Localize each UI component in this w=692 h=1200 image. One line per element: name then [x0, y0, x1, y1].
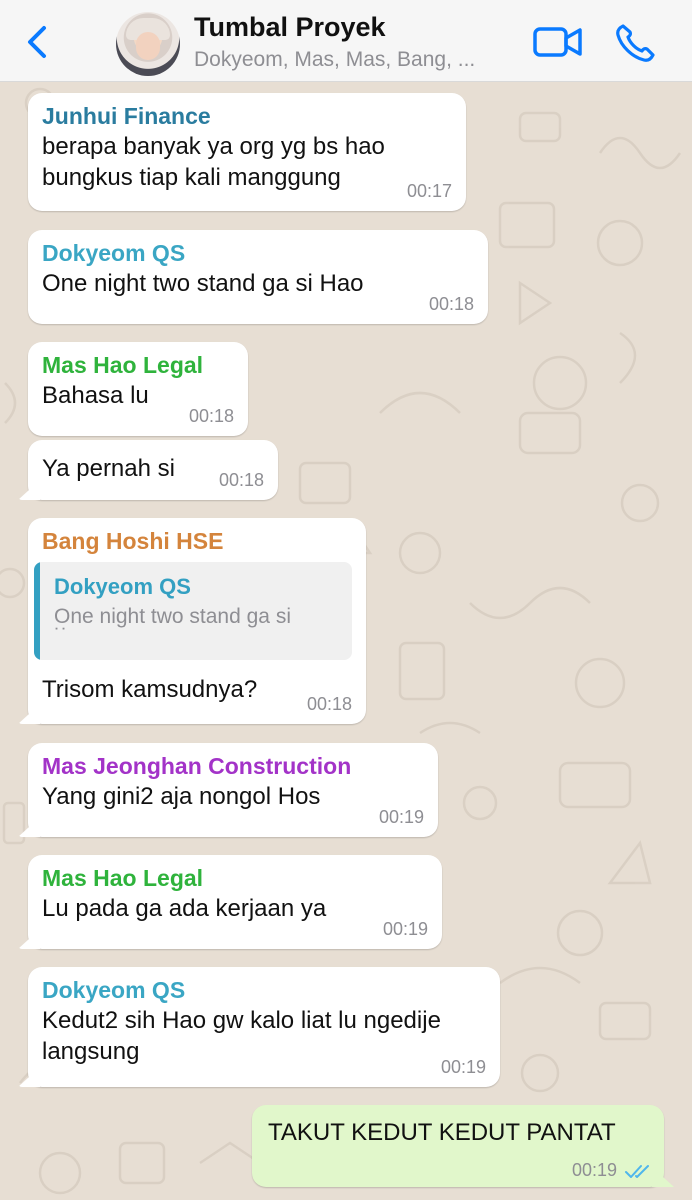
message-bubble[interactable]: Dokyeom QS Kedut2 sih Hao gw kalo liat l…: [28, 967, 500, 1087]
chat-members[interactable]: Dokyeom, Mas, Mas, Bang, ...: [194, 48, 475, 72]
message-time-and-status: 00:19: [572, 1160, 654, 1181]
back-button[interactable]: [22, 22, 56, 62]
chevron-left-icon: [28, 26, 46, 58]
message-text: berapa banyak ya org yg bs hao: [42, 133, 385, 160]
message-sender[interactable]: Mas Hao Legal: [42, 350, 234, 380]
quoted-text-overflow: ˙˙: [54, 625, 68, 648]
quoted-text: One night two stand ga si: [54, 605, 291, 628]
message-time: 00:18: [428, 294, 474, 314]
message-sender[interactable]: Mas Hao Legal: [42, 863, 428, 893]
message-time: 00:19: [378, 807, 424, 827]
message-text: Kedut2 sih Hao gw kalo liat lu ngedije: [42, 1007, 441, 1034]
message-bubble[interactable]: Mas Hao Legal Lu pada ga ada kerjaan ya …: [28, 855, 442, 949]
message-text: Yang gini2 aja nongol Hos: [42, 783, 321, 810]
group-avatar[interactable]: [116, 12, 180, 76]
message-sender[interactable]: Bang Hoshi HSE: [42, 526, 352, 556]
message-text: Trisom kamsudnya?: [42, 676, 258, 703]
message-bubble[interactable]: Mas Jeonghan Construction Yang gini2 aja…: [28, 743, 438, 837]
message-sender[interactable]: Dokyeom QS: [42, 238, 474, 268]
message-text: bungkus tiap kali manggung: [42, 164, 341, 191]
quoted-sender: Dokyeom QS: [54, 574, 191, 599]
double-check-read-icon: [625, 1165, 649, 1179]
voice-call-button[interactable]: [614, 22, 658, 64]
message-time: 00:17: [406, 181, 452, 201]
message-time: 00:19: [571, 1160, 617, 1180]
avatar-face: [136, 32, 160, 60]
message-bubble[interactable]: Dokyeom QS One night two stand ga si Hao…: [28, 230, 488, 324]
phone-icon: [616, 24, 655, 62]
message-sender[interactable]: Dokyeom QS: [42, 975, 486, 1005]
message-bubble[interactable]: Mas Hao Legal Bahasa lu 00:18: [28, 342, 248, 436]
message-list[interactable]: Junhui Finance berapa banyak ya org yg b…: [0, 83, 692, 1200]
message-text: One night two stand ga si Hao: [42, 270, 364, 297]
message-bubble[interactable]: Bang Hoshi HSE Dokyeom QS One night two …: [28, 518, 366, 724]
message-bubble[interactable]: Ya pernah si 00:18: [28, 440, 278, 500]
video-camera-icon: [533, 27, 582, 57]
outgoing-message-bubble[interactable]: TAKUT KEDUT KEDUT PANTAT 00:19: [252, 1105, 664, 1187]
message-sender[interactable]: Junhui Finance: [42, 101, 452, 131]
chat-header: Tumbal Proyek Dokyeom, Mas, Mas, Bang, .…: [0, 0, 692, 82]
quote-accent-bar: [34, 562, 40, 660]
message-time: 00:19: [440, 1057, 486, 1077]
message-text: Lu pada ga ada kerjaan ya: [42, 895, 327, 922]
message-time: 00:18: [306, 694, 352, 714]
chat-title[interactable]: Tumbal Proyek: [194, 12, 386, 43]
message-bubble[interactable]: Junhui Finance berapa banyak ya org yg b…: [28, 93, 466, 211]
message-time: 00:18: [218, 470, 264, 490]
video-call-button[interactable]: [532, 24, 584, 60]
message-time: 00:18: [188, 406, 234, 426]
message-text: langsung: [42, 1038, 140, 1065]
message-text: TAKUT KEDUT KEDUT PANTAT: [268, 1119, 616, 1146]
message-time: 00:19: [382, 919, 428, 939]
message-sender[interactable]: Mas Jeonghan Construction: [42, 751, 424, 781]
quoted-message[interactable]: Dokyeom QS One night two stand ga si ˙˙: [34, 562, 352, 660]
